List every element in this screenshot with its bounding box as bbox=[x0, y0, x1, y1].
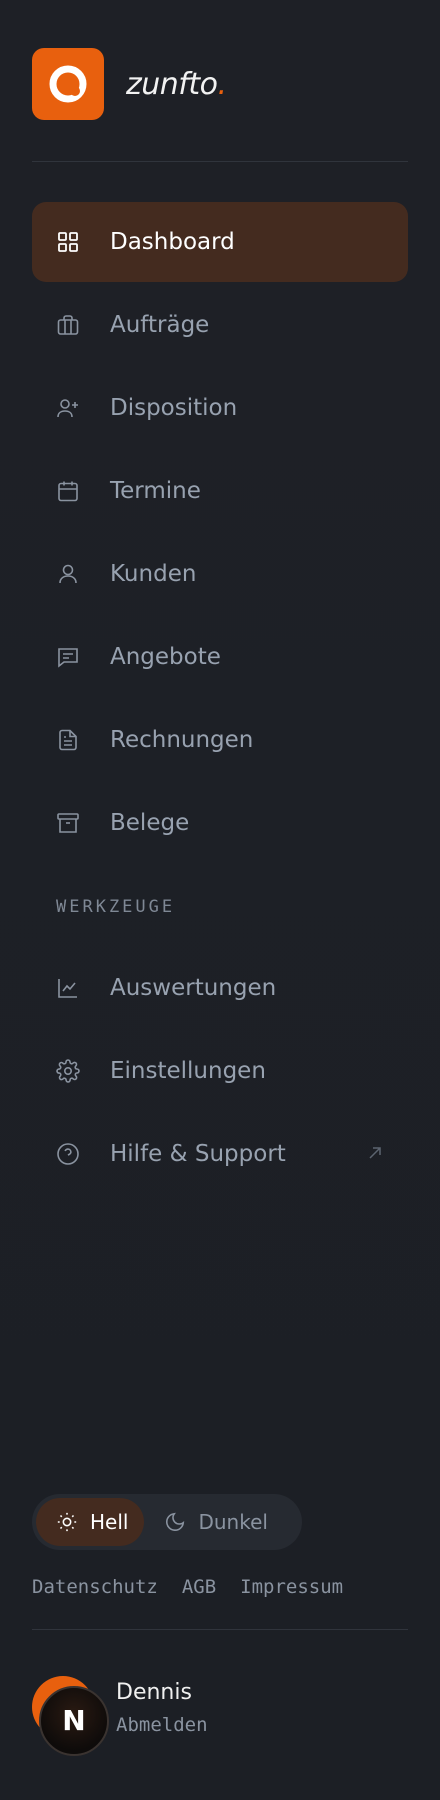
nav-item-angebote[interactable]: Angebote bbox=[32, 617, 408, 697]
nav-item-dashboard[interactable]: Dashboard bbox=[32, 202, 408, 282]
nav-item-hilfe-support[interactable]: Hilfe & Support bbox=[32, 1114, 408, 1194]
overlay-initial: N bbox=[62, 1704, 85, 1737]
archive-icon bbox=[56, 811, 80, 835]
nav-item-auftraege[interactable]: Aufträge bbox=[32, 285, 408, 365]
overlay-badge[interactable]: N bbox=[39, 1686, 109, 1756]
nav-item-label: Dashboard bbox=[110, 229, 235, 255]
header-divider bbox=[32, 161, 408, 162]
nav-item-kunden[interactable]: Kunden bbox=[32, 534, 408, 614]
nav-item-rechnungen[interactable]: Rechnungen bbox=[32, 700, 408, 780]
theme-dark-label: Dunkel bbox=[198, 1510, 268, 1534]
theme-toggle: Hell Dunkel bbox=[32, 1494, 302, 1550]
footer-link-datenschutz[interactable]: Datenschutz bbox=[32, 1576, 158, 1598]
nav-item-label: Termine bbox=[110, 478, 201, 504]
grid-icon bbox=[56, 230, 80, 254]
user-name: Dennis bbox=[116, 1680, 192, 1705]
theme-dark-button[interactable]: Dunkel bbox=[144, 1498, 283, 1546]
nav-item-label: Rechnungen bbox=[110, 727, 254, 753]
file-text-icon bbox=[56, 728, 80, 752]
user-icon bbox=[56, 562, 80, 586]
logout-link[interactable]: Abmelden bbox=[116, 1714, 208, 1736]
line-chart-icon bbox=[56, 976, 80, 1000]
message-square-icon bbox=[56, 645, 80, 669]
nav-item-label: Angebote bbox=[110, 644, 221, 670]
nav-item-label: Hilfe & Support bbox=[110, 1141, 286, 1167]
nav-item-einstellungen[interactable]: Einstellungen bbox=[32, 1031, 408, 1111]
nav-item-auswertungen[interactable]: Auswertungen bbox=[32, 948, 408, 1028]
nav-item-label: Belege bbox=[110, 810, 190, 836]
user-profile: D N Dennis Abmelden bbox=[32, 1676, 408, 1756]
user-plus-icon bbox=[56, 396, 80, 420]
brand[interactable]: zunfto. bbox=[32, 48, 227, 120]
nav-item-label: Aufträge bbox=[110, 312, 210, 338]
main-nav: Dashboard Aufträge Disposition Termine K… bbox=[32, 202, 408, 1197]
arrow-up-right-icon bbox=[366, 1144, 384, 1162]
brand-dot: . bbox=[217, 66, 227, 102]
footer-link-impressum[interactable]: Impressum bbox=[240, 1576, 343, 1598]
brand-name: zunfto. bbox=[126, 67, 227, 102]
gear-icon bbox=[56, 1059, 80, 1083]
nav-item-label: Kunden bbox=[110, 561, 197, 587]
calendar-icon bbox=[56, 479, 80, 503]
footer-links: Datenschutz AGB Impressum bbox=[32, 1576, 343, 1598]
nav-item-disposition[interactable]: Disposition bbox=[32, 368, 408, 448]
section-label-werkzeuge: WERKZEUGE bbox=[56, 897, 176, 917]
help-circle-icon bbox=[56, 1142, 80, 1166]
briefcase-icon bbox=[56, 313, 80, 337]
footer-link-agb[interactable]: AGB bbox=[182, 1576, 216, 1598]
theme-light-label: Hell bbox=[90, 1510, 129, 1534]
nav-item-label: Auswertungen bbox=[110, 975, 277, 1001]
nav-item-label: Einstellungen bbox=[110, 1058, 266, 1084]
brand-name-text: zunfto bbox=[126, 66, 218, 102]
nav-item-belege[interactable]: Belege bbox=[32, 783, 408, 863]
nav-item-termine[interactable]: Termine bbox=[32, 451, 408, 531]
moon-icon bbox=[166, 1512, 185, 1531]
brand-logo-icon bbox=[32, 48, 104, 120]
brand-logo-mark bbox=[49, 65, 87, 103]
sun-icon bbox=[57, 1512, 77, 1532]
theme-light-button[interactable]: Hell bbox=[36, 1498, 145, 1546]
footer-divider bbox=[32, 1629, 408, 1630]
overlay-n-icon: N bbox=[62, 1704, 85, 1737]
sidebar: zunfto. Dashboard Aufträge Disposition T… bbox=[0, 0, 440, 1800]
nav-item-label: Disposition bbox=[110, 395, 238, 421]
